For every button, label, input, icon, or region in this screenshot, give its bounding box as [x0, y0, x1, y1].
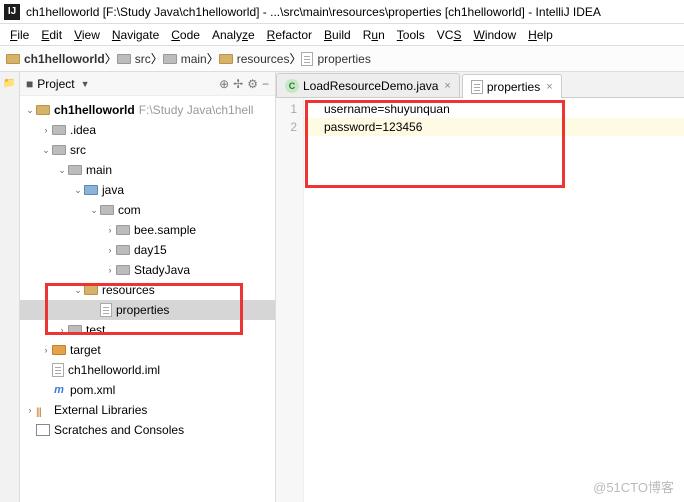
- library-icon: [36, 404, 50, 416]
- menu-view[interactable]: View: [68, 28, 106, 42]
- crumb-src[interactable]: src: [117, 52, 151, 66]
- tree-pkg-bee[interactable]: bee.sample: [20, 220, 275, 240]
- tree-src[interactable]: src: [20, 140, 275, 160]
- dropdown-icon[interactable]: ▼: [81, 79, 90, 89]
- tool-window-strip[interactable]: 📁: [0, 72, 20, 502]
- window-title: ch1helloworld [F:\Study Java\ch1hellowor…: [26, 5, 601, 19]
- tree-main[interactable]: main: [20, 160, 275, 180]
- tree-pkg-stady[interactable]: StadyJava: [20, 260, 275, 280]
- tree-external-libraries[interactable]: External Libraries: [20, 400, 275, 420]
- menu-tools[interactable]: Tools: [391, 28, 431, 42]
- tab-loadresourcedemo[interactable]: C LoadResourceDemo.java ×: [276, 73, 460, 97]
- code-line: username=shuyunquan: [324, 100, 684, 118]
- folder-icon: [52, 145, 66, 155]
- titlebar: IJ ch1helloworld [F:\Study Java\ch1hello…: [0, 0, 684, 24]
- menu-code[interactable]: Code: [165, 28, 206, 42]
- tree-test[interactable]: test: [20, 320, 275, 340]
- file-icon: [100, 303, 112, 317]
- crumb-main[interactable]: main: [163, 52, 207, 66]
- tree-resources[interactable]: resources: [20, 280, 275, 300]
- target-folder-icon: [52, 345, 66, 355]
- scratches-icon: [36, 424, 50, 436]
- src-folder-icon: [84, 185, 98, 195]
- folder-icon: [68, 325, 82, 335]
- gear-icon[interactable]: ⚙: [247, 77, 258, 91]
- menu-help[interactable]: Help: [522, 28, 559, 42]
- project-pane: ■ Project ▼ ⊕ ✢ ⚙ − ch1helloworldF:\Stud…: [20, 72, 276, 502]
- line-number: 1: [276, 100, 297, 118]
- file-icon: [471, 80, 483, 94]
- tree-java[interactable]: java: [20, 180, 275, 200]
- menu-analyze[interactable]: Analyze: [206, 28, 261, 42]
- menu-window[interactable]: Window: [467, 28, 522, 42]
- menubar: File Edit View Navigate Code Analyze Ref…: [0, 24, 684, 46]
- tree-target[interactable]: target: [20, 340, 275, 360]
- project-pane-title[interactable]: ■ Project ▼: [26, 77, 90, 91]
- menu-edit[interactable]: Edit: [35, 28, 68, 42]
- folder-icon: [163, 54, 177, 64]
- folder-icon: [117, 54, 131, 64]
- project-tree: ch1helloworldF:\Study Java\ch1hell .idea…: [20, 96, 275, 502]
- module-icon: [36, 105, 50, 115]
- tab-label: properties: [487, 80, 540, 94]
- tree-properties[interactable]: properties: [20, 300, 275, 320]
- folder-icon: [6, 54, 20, 64]
- code-line: password=123456: [304, 118, 684, 136]
- menu-build[interactable]: Build: [318, 28, 357, 42]
- package-icon: [116, 265, 130, 275]
- breadcrumb: ch1helloworld 〉 src 〉 main 〉 resources 〉…: [0, 46, 684, 72]
- folder-icon: [219, 54, 233, 64]
- code-editor[interactable]: 1 2 username=shuyunquan password=123456: [276, 98, 684, 502]
- crumb-properties[interactable]: properties: [301, 52, 370, 66]
- hide-icon[interactable]: −: [262, 77, 269, 91]
- crumb-resources[interactable]: resources: [219, 52, 290, 66]
- chevron-right-icon: 〉: [289, 50, 301, 67]
- menu-refactor[interactable]: Refactor: [261, 28, 318, 42]
- collapse-all-icon[interactable]: ✢: [233, 77, 243, 91]
- file-icon: [301, 52, 313, 66]
- line-number: 2: [276, 118, 297, 136]
- menu-navigate[interactable]: Navigate: [106, 28, 165, 42]
- scope-icon[interactable]: ⊕: [219, 77, 229, 91]
- chevron-right-icon: 〉: [207, 50, 219, 67]
- tree-iml[interactable]: ch1helloworld.iml: [20, 360, 275, 380]
- tree-pom[interactable]: mpom.xml: [20, 380, 275, 400]
- close-icon[interactable]: ×: [546, 81, 552, 93]
- close-icon[interactable]: ×: [444, 80, 450, 92]
- tree-scratches[interactable]: Scratches and Consoles: [20, 420, 275, 440]
- iml-icon: [52, 363, 64, 377]
- tree-idea[interactable]: .idea: [20, 120, 275, 140]
- tab-label: LoadResourceDemo.java: [303, 79, 438, 93]
- tree-root[interactable]: ch1helloworldF:\Study Java\ch1hell: [20, 100, 275, 120]
- tree-pkg-day15[interactable]: day15: [20, 240, 275, 260]
- editor-tabs: C LoadResourceDemo.java × properties ×: [276, 72, 684, 98]
- folder-icon: [68, 165, 82, 175]
- maven-icon: m: [52, 383, 66, 397]
- code-content[interactable]: username=shuyunquan password=123456: [304, 98, 684, 502]
- menu-vcs[interactable]: VCS: [431, 28, 468, 42]
- resources-folder-icon: [84, 285, 98, 295]
- editor-area: C LoadResourceDemo.java × properties × 1…: [276, 72, 684, 502]
- tree-com[interactable]: com: [20, 200, 275, 220]
- watermark: @51CTO博客: [593, 477, 674, 496]
- package-icon: [116, 245, 130, 255]
- package-icon: [100, 205, 114, 215]
- crumb-root[interactable]: ch1helloworld: [6, 52, 105, 66]
- chevron-right-icon: 〉: [105, 50, 117, 67]
- intellij-icon: IJ: [4, 4, 20, 20]
- menu-run[interactable]: Run: [357, 28, 391, 42]
- folder-icon: [52, 125, 66, 135]
- line-gutter: 1 2: [276, 98, 304, 502]
- menu-file[interactable]: File: [4, 28, 35, 42]
- project-pane-header: ■ Project ▼ ⊕ ✢ ⚙ −: [20, 72, 275, 96]
- java-class-icon: C: [285, 79, 299, 93]
- tab-properties[interactable]: properties ×: [462, 74, 562, 98]
- project-tool-label[interactable]: 📁: [3, 78, 15, 89]
- chevron-right-icon: 〉: [151, 50, 163, 67]
- package-icon: [116, 225, 130, 235]
